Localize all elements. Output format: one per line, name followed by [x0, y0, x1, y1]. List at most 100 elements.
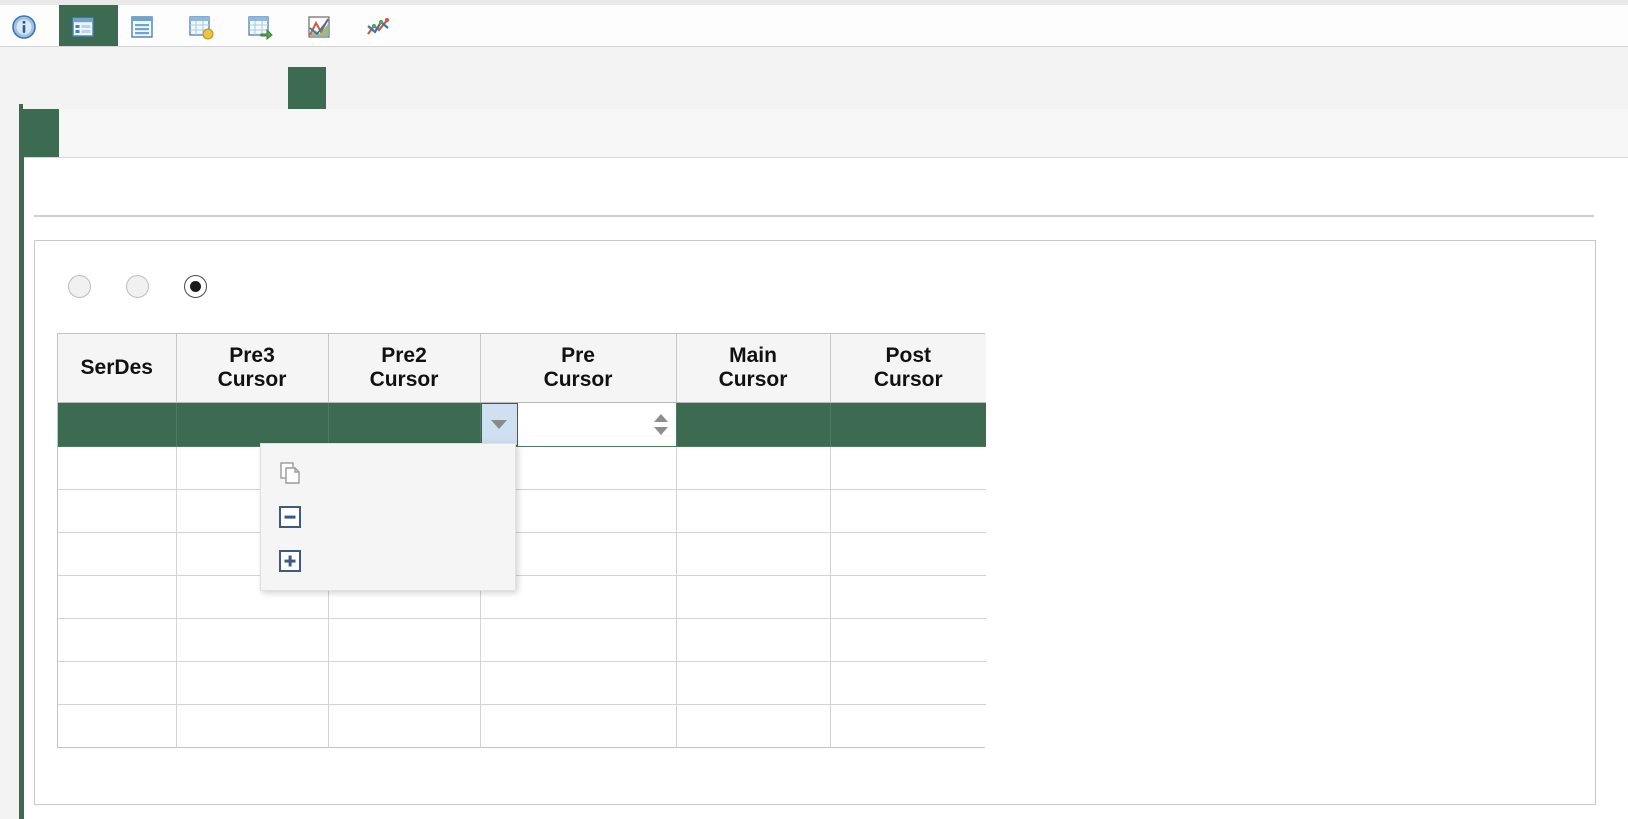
pre-cursor-input[interactable]	[517, 402, 650, 446]
table-row[interactable]	[58, 402, 986, 447]
grid-stream-icon	[246, 13, 273, 40]
taps-tab-bar	[19, 109, 1628, 158]
cell-pre2-cursor[interactable]	[328, 618, 481, 662]
minus-box-icon	[275, 502, 305, 532]
plus-box-icon	[275, 546, 305, 576]
main-tab-port-configuration-grid[interactable]	[177, 3, 236, 46]
column-header-pre-cursor[interactable]: Pre Cursor	[480, 334, 677, 403]
context-menu-item-set-to-min[interactable]	[261, 495, 515, 539]
section-tab-an-lt[interactable]	[250, 67, 288, 109]
column-header-pre3-cursor[interactable]: Pre3 Cursor	[176, 334, 329, 403]
table-row[interactable]	[58, 661, 986, 705]
cell-serdes[interactable]	[58, 532, 177, 576]
chart-icon	[305, 13, 332, 40]
cell-main-cursor[interactable]	[676, 661, 831, 705]
table-row[interactable]	[58, 532, 986, 576]
section-tab-prbs[interactable]	[212, 67, 250, 109]
copy-icon	[275, 458, 305, 488]
level-mode-radio-mv-db-level[interactable]	[68, 275, 101, 298]
section-tab-transceiver-features[interactable]	[326, 67, 364, 109]
cell-serdes[interactable]	[58, 446, 177, 490]
column-header-main-cursor[interactable]: Main Cursor	[676, 334, 831, 403]
cell-post-cursor[interactable]	[830, 532, 986, 576]
cell-serdes[interactable]	[58, 575, 177, 619]
cell-pre3-cursor[interactable]	[176, 661, 329, 705]
left-gutter	[0, 47, 19, 819]
cell-dropdown-button[interactable]	[480, 402, 518, 446]
cell-main-cursor[interactable]	[676, 402, 831, 447]
cell-pre3-cursor[interactable]	[176, 704, 329, 747]
cell-serdes[interactable]	[58, 661, 177, 705]
cell-post-cursor[interactable]	[830, 575, 986, 619]
cell-serdes[interactable]	[58, 489, 177, 533]
radio-dot	[68, 275, 91, 298]
section-tab-impairment	[60, 67, 98, 109]
cell-serdes[interactable]	[58, 402, 177, 447]
taps-tab-signal-integrity[interactable]	[139, 109, 179, 157]
taps-tab-tx-taps[interactable]	[19, 109, 59, 157]
grid-config-icon	[187, 13, 214, 40]
section-tab-pcs-fec[interactable]	[136, 67, 174, 109]
taps-tab-rx-taps[interactable]	[59, 109, 99, 157]
column-header-line: Cursor	[873, 367, 943, 391]
cell-main-cursor[interactable]	[676, 618, 831, 662]
column-header-line: Cursor	[217, 367, 287, 391]
section-tab-pma[interactable]	[174, 67, 212, 109]
section-tab-medium[interactable]	[288, 67, 326, 109]
cell-pre-cursor-editor[interactable]	[480, 402, 677, 447]
radio-dot	[184, 275, 207, 298]
cell-pre2-cursor[interactable]	[328, 661, 481, 705]
tx-taps-table: SerDes Pre3 Cursor Pre2 Cursor Pre Cursor Main C…	[58, 334, 986, 747]
cell-main-cursor[interactable]	[676, 446, 831, 490]
cell-post-cursor[interactable]	[830, 704, 986, 747]
cell-main-cursor[interactable]	[676, 575, 831, 619]
level-mode-radio-native[interactable]	[184, 275, 217, 298]
context-menu-item-use-value-for-all[interactable]	[261, 451, 515, 495]
column-header-post-cursor[interactable]: Post Cursor	[830, 334, 986, 403]
cell-post-cursor[interactable]	[830, 446, 986, 490]
main-tab-start[interactable]	[0, 3, 59, 46]
cell-pre3-cursor[interactable]	[176, 618, 329, 662]
column-header-pre2-cursor[interactable]: Pre2 Cursor	[328, 334, 481, 403]
table-row[interactable]	[58, 575, 986, 619]
numeric-stepper	[649, 402, 676, 446]
table-header-row: SerDes Pre3 Cursor Pre2 Cursor Pre Cursor Main C…	[58, 334, 986, 403]
stepper-down-icon[interactable]	[653, 426, 668, 435]
section-tab-main-port-config[interactable]	[22, 67, 60, 109]
table-row[interactable]	[58, 618, 986, 662]
title-divider	[34, 215, 1594, 217]
main-tab-port-statistics[interactable]	[118, 3, 177, 46]
tx-taps-table-wrapper: SerDes Pre3 Cursor Pre2 Cursor Pre Cursor Main C…	[57, 333, 986, 748]
cell-pre2-cursor[interactable]	[328, 704, 481, 747]
table-row[interactable]	[58, 446, 986, 490]
cell-post-cursor[interactable]	[830, 618, 986, 662]
table-row[interactable]	[58, 489, 986, 533]
cell-pre2-cursor[interactable]	[328, 402, 481, 447]
stepper-up-icon[interactable]	[653, 413, 668, 422]
cell-context-menu[interactable]	[260, 443, 516, 591]
column-header-serdes[interactable]: SerDes	[58, 334, 177, 403]
cell-pre-cursor[interactable]	[480, 618, 677, 662]
cell-pre-cursor[interactable]	[480, 704, 677, 747]
cell-post-cursor[interactable]	[830, 489, 986, 533]
context-menu-item-set-to-max[interactable]	[261, 539, 515, 583]
cell-serdes[interactable]	[58, 618, 177, 662]
cell-pre-cursor[interactable]	[480, 661, 677, 705]
cell-main-cursor[interactable]	[676, 532, 831, 576]
column-header-line: Cursor	[369, 367, 439, 391]
table-row[interactable]	[58, 704, 986, 747]
main-tab-resource-properties[interactable]	[59, 3, 118, 46]
port-section-tab-bar	[0, 47, 1628, 156]
scatter-chart-icon	[364, 13, 391, 40]
cell-main-cursor[interactable]	[676, 489, 831, 533]
info-icon	[10, 13, 37, 40]
level-mode-radio-ieee[interactable]	[126, 275, 159, 298]
main-tab-global-stati[interactable]	[354, 3, 413, 46]
cell-pre3-cursor[interactable]	[176, 402, 329, 447]
cell-post-cursor[interactable]	[830, 661, 986, 705]
cell-post-cursor[interactable]	[830, 402, 986, 447]
main-tab-statistics-charting[interactable]	[295, 3, 354, 46]
cell-serdes[interactable]	[58, 704, 177, 747]
main-tab-stream-configuration-grid[interactable]	[236, 3, 295, 46]
cell-main-cursor[interactable]	[676, 704, 831, 747]
